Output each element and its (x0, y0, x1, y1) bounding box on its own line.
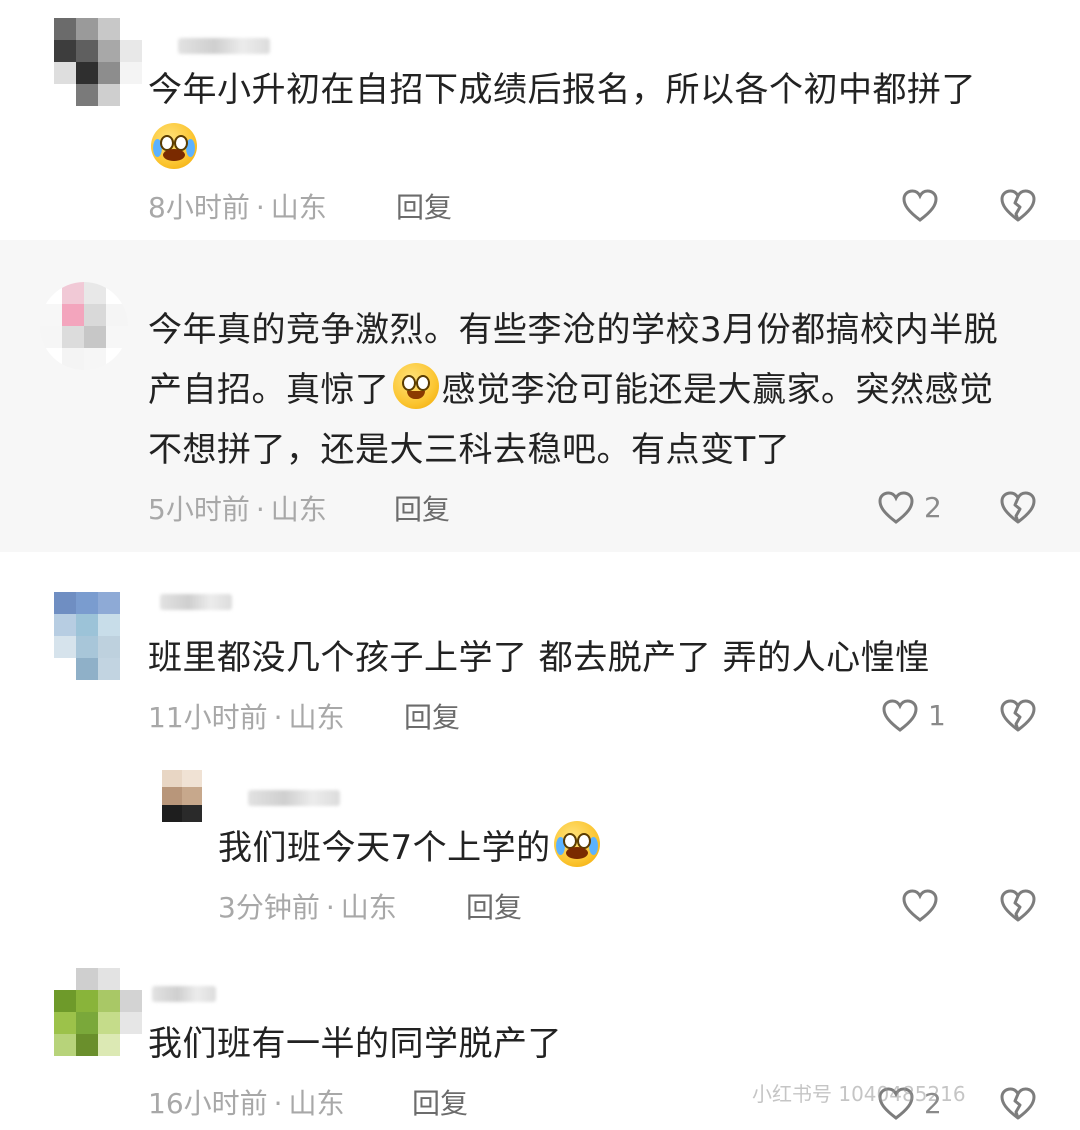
avatar[interactable] (54, 18, 142, 106)
comment-text: 我们班有一半的同学脱产了 (148, 1024, 562, 1064)
comment-text: 我们班今天7个上学的 (218, 818, 1018, 878)
avatar[interactable] (162, 770, 202, 822)
comment-2: 今年真的竞争激烈。有些李沧的学校3月份都搞校内半脱 产自招。真惊了 感觉李沧可能还… (0, 240, 1080, 552)
like-button[interactable] (900, 886, 948, 926)
crying-emoji-icon (151, 123, 197, 169)
like-count: 1 (928, 699, 946, 732)
dislike-button[interactable] (998, 186, 1038, 226)
comment-meta: 3分钟前 · 山东 (218, 891, 397, 924)
reply-button[interactable]: 回复 (394, 490, 450, 530)
crying-emoji-icon (553, 821, 600, 867)
username[interactable] (152, 986, 216, 1002)
reply-button[interactable]: 回复 (412, 1084, 468, 1124)
dislike-button[interactable] (998, 1084, 1038, 1124)
heart-icon (878, 491, 914, 524)
reply-button[interactable]: 回复 (396, 188, 452, 228)
watermark: 小红书号 1040485216 (752, 1082, 966, 1106)
avatar[interactable] (40, 282, 128, 370)
like-button[interactable]: 2 (876, 488, 942, 528)
dislike-button[interactable] (998, 886, 1038, 926)
broken-heart-icon (1000, 189, 1036, 222)
like-button[interactable]: 1 (880, 696, 946, 736)
comment-meta: 8小时前 · 山东 (148, 191, 327, 224)
broken-heart-icon (1000, 491, 1036, 524)
avatar[interactable] (54, 592, 142, 680)
dislike-button[interactable] (998, 488, 1038, 528)
broken-heart-icon (1000, 1087, 1036, 1120)
comment-1: 今年小升初在自招下成绩后报名，所以各个初中都拼了 8小时前 · 山东 回复 (0, 0, 1080, 240)
username[interactable] (248, 790, 340, 806)
like-button[interactable] (900, 186, 948, 226)
heart-icon (902, 189, 938, 222)
avatar[interactable] (54, 968, 142, 1056)
comment-3: 班里都没几个孩子上学了 都去脱产了 弄的人心惶惶 11小时前 · 山东 回复 1 (0, 552, 1080, 764)
comment-meta: 11小时前 · 山东 (148, 701, 345, 734)
heart-icon (902, 889, 938, 922)
username[interactable] (178, 38, 270, 54)
reply-button[interactable]: 回复 (466, 888, 522, 928)
like-count: 2 (924, 491, 942, 524)
dislike-button[interactable] (998, 696, 1038, 736)
reply-comment: 我们班今天7个上学的 3分钟前 · 山东 回复 (0, 764, 1080, 954)
broken-heart-icon (1000, 889, 1036, 922)
heart-icon (882, 699, 918, 732)
comment-text: 今年小升初在自招下成绩后报名，所以各个初中都拼了 (148, 60, 1048, 180)
comment-meta: 16小时前 · 山东 (148, 1087, 345, 1120)
surprised-emoji-icon (392, 363, 439, 409)
username[interactable] (160, 594, 232, 610)
comment-text: 班里都没几个孩子上学了 都去脱产了 弄的人心惶惶 (148, 638, 930, 678)
comment-meta: 5小时前 · 山东 (148, 493, 327, 526)
comment-text: 今年真的竞争激烈。有些李沧的学校3月份都搞校内半脱 产自招。真惊了 感觉李沧可能还… (148, 310, 999, 470)
reply-button[interactable]: 回复 (404, 698, 460, 738)
broken-heart-icon (1000, 699, 1036, 732)
